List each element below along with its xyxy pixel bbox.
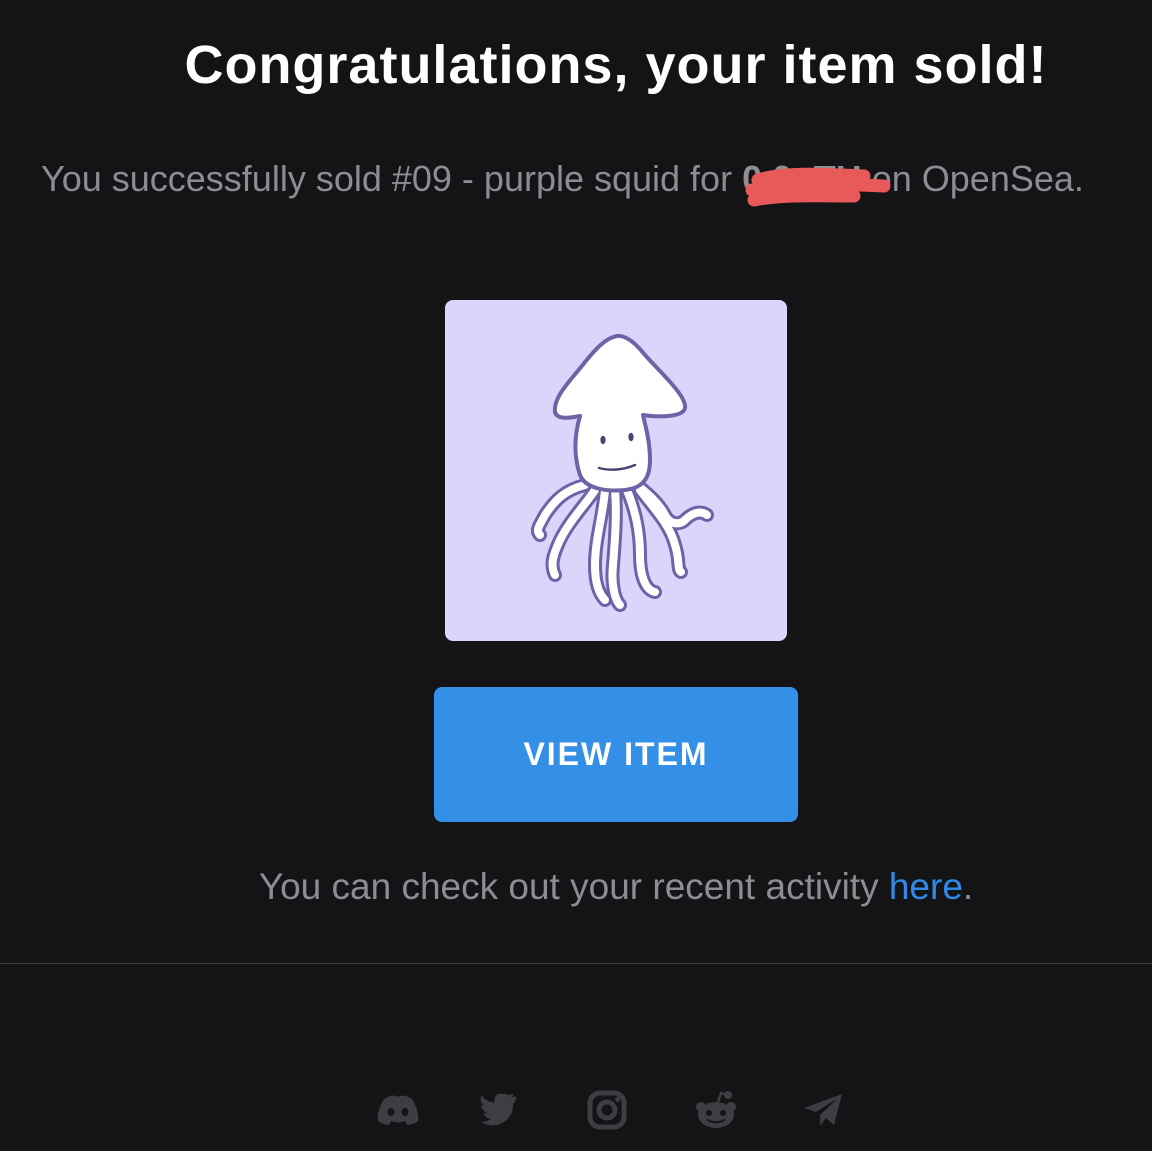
discord-icon[interactable] (374, 1086, 422, 1134)
social-links (0, 1086, 1152, 1134)
sale-price: 0.0 TH (742, 154, 891, 207)
message-suffix: on OpenSea. (861, 158, 1084, 199)
telegram-icon[interactable] (799, 1086, 847, 1134)
sale-price-text: 0.0 TH (742, 158, 862, 199)
message-prefix: You successfully sold #09 - purple squid… (41, 158, 743, 199)
activity-message: You can check out your recent activity h… (0, 866, 1152, 908)
footer-divider (0, 963, 1152, 964)
view-item-button[interactable]: VIEW ITEM (434, 687, 798, 822)
nft-image[interactable] (445, 300, 787, 641)
email-heading: Congratulations, your item sold! (184, 35, 1048, 95)
squid-illustration (530, 333, 714, 612)
activity-prefix: You can check out your recent activity (258, 866, 889, 907)
sale-message: You successfully sold #09 - purple squid… (41, 154, 1101, 207)
twitter-icon[interactable] (475, 1086, 523, 1134)
activity-link[interactable]: here (889, 866, 963, 907)
reddit-icon[interactable] (692, 1086, 740, 1134)
activity-suffix: . (962, 866, 974, 907)
instagram-icon[interactable] (583, 1086, 631, 1134)
